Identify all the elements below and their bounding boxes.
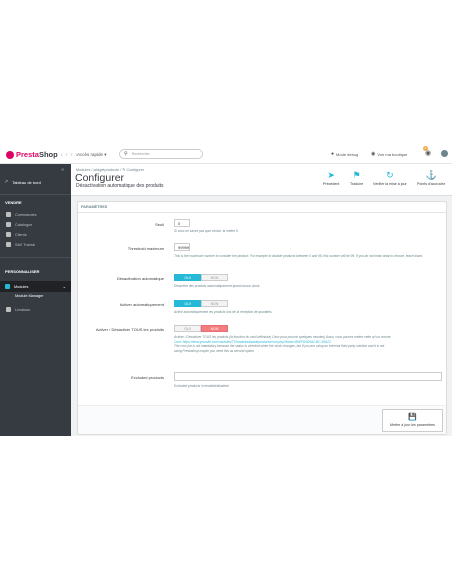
auto-enable-no[interactable]: NON <box>201 300 228 307</box>
back-button-label: Précédent <box>323 182 340 186</box>
auto-enable-yes[interactable]: OUI <box>174 300 201 307</box>
logo-shop: Shop <box>38 150 58 159</box>
back-icon: ➤ <box>327 170 335 180</box>
puzzle-icon <box>5 284 10 289</box>
excluded-products-help: Excluded products in enabled/disabled <box>174 384 229 388</box>
auto-enable-switch[interactable]: OUI NON <box>174 300 228 307</box>
user-avatar-icon[interactable] <box>441 150 448 157</box>
sidebar-item-label: Modules <box>14 284 29 289</box>
prestashop-logo[interactable]: PrestaShop 1.7.7.1 <box>6 150 78 159</box>
panel-heading: Paramètres <box>78 202 446 213</box>
collapse-sidebar-icon[interactable]: « <box>61 167 64 173</box>
debug-mode-link[interactable]: ● Mode debug <box>331 151 358 157</box>
toggle-all-no[interactable]: NON <box>201 325 228 332</box>
auto-disable-yes[interactable]: OUI <box>174 274 201 281</box>
quick-access-menu[interactable]: Accès rapide ▾ <box>77 152 107 158</box>
toggle-all-help-line: using Prestashop maybe you need this as … <box>174 348 254 353</box>
save-icon: 💾 <box>408 414 417 421</box>
eye-icon: ◉ <box>371 151 376 157</box>
logo-presta: Presta <box>16 150 39 159</box>
translate-button-label: Traduire <box>350 182 364 186</box>
sidebar-item-label: SAV Transb <box>15 242 35 247</box>
save-settings-button[interactable]: 💾 Mettre à jour les paramètres <box>382 409 443 432</box>
refresh-icon: ↻ <box>386 170 394 180</box>
prestashop-logo-icon <box>6 150 14 159</box>
sidebar-divider <box>0 257 71 258</box>
translate-button[interactable]: ⚑ Traduire <box>350 170 363 186</box>
seuil-help: Si vous ne savez pas quoi choisir, la me… <box>174 229 239 233</box>
anchor-icon: ⚓ <box>425 170 437 180</box>
page-subtitle: Désactivation automatique des produits <box>76 183 164 189</box>
sidebar-item-label: Clients <box>15 232 27 237</box>
threshold-max-input[interactable]: 99999 <box>174 243 190 251</box>
chat-icon <box>6 242 11 247</box>
sidebar-item-label: Commandes <box>15 212 37 217</box>
search-placeholder: Rechercher <box>131 152 150 156</box>
sidebar-item-modules[interactable]: Modules ⌄ <box>0 281 71 292</box>
trending-icon: ↗ <box>4 179 9 185</box>
auto-disable-switch[interactable]: OUI NON <box>174 274 228 281</box>
bug-icon: ● <box>331 151 335 157</box>
sidebar-item-label: Tableau de bord <box>12 179 41 185</box>
sidebar-item-shipping[interactable]: Livraison <box>6 307 30 312</box>
toggle-all-label: Activer / Désactiver TOUS les produits <box>95 327 164 332</box>
top-header: PrestaShop 1.7.7.1 Accès rapide ▾ ⚲ Rech… <box>0 146 452 164</box>
version-label: 1.7.7.1 <box>60 152 79 157</box>
chevron-down-icon: ⌄ <box>62 284 66 289</box>
auto-disable-label: Désactivation automatique <box>116 276 164 281</box>
debug-mode-label: Mode debug <box>336 151 359 157</box>
seuil-input[interactable]: 0 <box>174 219 190 227</box>
flag-icon: ⚑ <box>352 170 361 180</box>
sidebar-item-catalog[interactable]: Catalogue <box>6 222 32 227</box>
threshold-max-label: Threshold maximum <box>127 246 164 251</box>
excluded-products-label: Excluded products <box>131 375 164 380</box>
search-icon: ⚲ <box>124 151 128 157</box>
sidebar-item-customers[interactable]: Clients <box>6 232 27 237</box>
sidebar-subitem-module-manager[interactable]: Module Manager <box>15 294 44 298</box>
toggle-all-help: Activer / Désactiver TOUS les produits (… <box>174 335 391 353</box>
toggle-all-help-line: The cron job is not mandatory because th… <box>174 344 385 348</box>
panel-footer: 💾 Mettre à jour les paramètres <box>78 405 446 434</box>
sidebar-section-sell: Vendre <box>5 200 22 205</box>
back-button[interactable]: ➤ Précédent <box>323 170 339 186</box>
check-update-button[interactable]: ↻ Vérifier la mise à jour <box>373 170 407 186</box>
hooks-button-label: Points d'accroche <box>417 182 446 186</box>
cart-icon <box>6 212 11 217</box>
auto-enable-help: Active automatiquement les produits lors… <box>174 310 273 314</box>
auto-disable-no[interactable]: NON <box>201 274 228 281</box>
notifications-badge: 2 <box>423 146 428 151</box>
panel-heading-title: Paramètres <box>81 205 108 209</box>
sidebar-item-sav[interactable]: SAV Transb <box>6 242 35 247</box>
view-shop-label: Voir ma boutique <box>377 151 408 157</box>
sidebar-item-dashboard[interactable]: ↗ Tableau de bord <box>4 179 41 185</box>
hooks-button[interactable]: ⚓ Points d'accroche <box>417 170 445 186</box>
save-settings-label: Mettre à jour les paramètres <box>390 423 435 427</box>
sidebar: « ↗ Tableau de bord Vendre Commandes Cat… <box>0 164 71 436</box>
sidebar-section-customize: Personnaliser <box>5 269 40 274</box>
sidebar-item-label: Catalogue <box>15 222 33 227</box>
sidebar-item-orders[interactable]: Commandes <box>6 212 37 217</box>
toggle-all-yes[interactable]: OUI <box>174 325 201 332</box>
page-toolbar: Modules / widgetproducts / ✎ Configurer … <box>71 164 452 196</box>
view-shop-link[interactable]: ◉ Voir ma boutique <box>371 151 407 157</box>
sidebar-item-label: Livraison <box>15 307 31 312</box>
seuil-label: Seuil <box>155 222 164 227</box>
auto-disable-help: Désactive des produits automatiquement q… <box>174 284 261 288</box>
toggle-all-switch[interactable]: OUI NON <box>174 325 228 332</box>
excluded-products-input[interactable] <box>174 372 442 381</box>
auto-enable-label: Activer automatiquement <box>119 302 164 307</box>
store-icon <box>6 222 11 227</box>
search-input[interactable]: ⚲ Rechercher <box>119 149 203 159</box>
user-icon <box>6 232 11 237</box>
prestashop-admin: PrestaShop 1.7.7.1 Accès rapide ▾ ⚲ Rech… <box>0 146 452 436</box>
sidebar-divider <box>0 194 71 195</box>
threshold-max-help: This is the maximum number to consider t… <box>174 254 423 258</box>
settings-panel: Paramètres Seuil 0 Si vous ne savez pas … <box>77 201 447 435</box>
check-update-button-label: Vérifier la mise à jour <box>373 182 407 186</box>
cron-url-text[interactable]: Cron: https://www.yoursite.com/modules/7… <box>174 340 331 344</box>
truck-icon <box>6 307 11 312</box>
